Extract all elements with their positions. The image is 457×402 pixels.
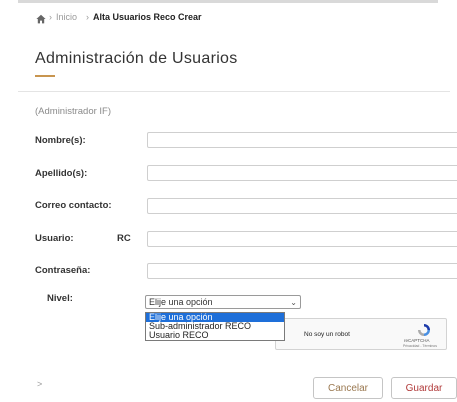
role-subtitle: (Administrador IF) xyxy=(35,106,112,117)
breadcrumb: › Inicio › Alta Usuarios Reco Crear xyxy=(0,0,457,30)
correo-label: Correo contacto: xyxy=(35,200,112,211)
title-accent-rule xyxy=(35,75,55,77)
breadcrumb-separator: › xyxy=(86,12,89,22)
usuario-prefix: RC xyxy=(117,233,131,244)
section-divider xyxy=(18,91,450,92)
nivel-select[interactable]: Elije una opción ⌄ xyxy=(145,295,301,309)
nombre-label: Nombre(s): xyxy=(35,135,86,146)
correo-input[interactable] xyxy=(147,198,457,214)
recaptcha-icon xyxy=(418,324,430,336)
breadcrumb-item-inicio[interactable]: Inicio xyxy=(56,12,77,22)
footer-arrow: > xyxy=(37,379,43,389)
breadcrumb-item-current: Alta Usuarios Reco Crear xyxy=(93,12,202,22)
contrasena-label: Contraseña: xyxy=(35,265,91,276)
usuario-input[interactable] xyxy=(147,231,457,247)
chevron-down-icon: ⌄ xyxy=(290,298,297,307)
nivel-option[interactable]: Usuario RECO xyxy=(146,331,284,340)
recaptcha-brand: reCAPTCHA xyxy=(404,338,430,343)
nivel-dropdown-list: Elije una opción Sub-administrador RECO … xyxy=(145,312,285,341)
apellido-label: Apellido(s): xyxy=(35,168,88,179)
recaptcha-legal-links[interactable]: Privacidad - Términos xyxy=(403,344,437,348)
nivel-label: Nivel: xyxy=(47,293,73,304)
save-button[interactable]: Guardar xyxy=(391,377,457,399)
breadcrumb-separator: › xyxy=(49,12,52,22)
page-title: Administración de Usuarios xyxy=(35,50,238,67)
nombre-input[interactable] xyxy=(147,132,457,148)
nivel-selected-value: Elije una opción xyxy=(149,297,213,307)
recaptcha-label: No soy un robot xyxy=(304,331,350,338)
apellido-input[interactable] xyxy=(147,165,457,181)
cancel-button[interactable]: Cancelar xyxy=(313,377,383,399)
recaptcha-widget[interactable]: No soy un robot reCAPTCHA Privacidad - T… xyxy=(275,318,447,350)
home-icon[interactable] xyxy=(36,14,46,24)
contrasena-input[interactable] xyxy=(147,263,457,279)
usuario-label: Usuario: xyxy=(35,233,74,244)
